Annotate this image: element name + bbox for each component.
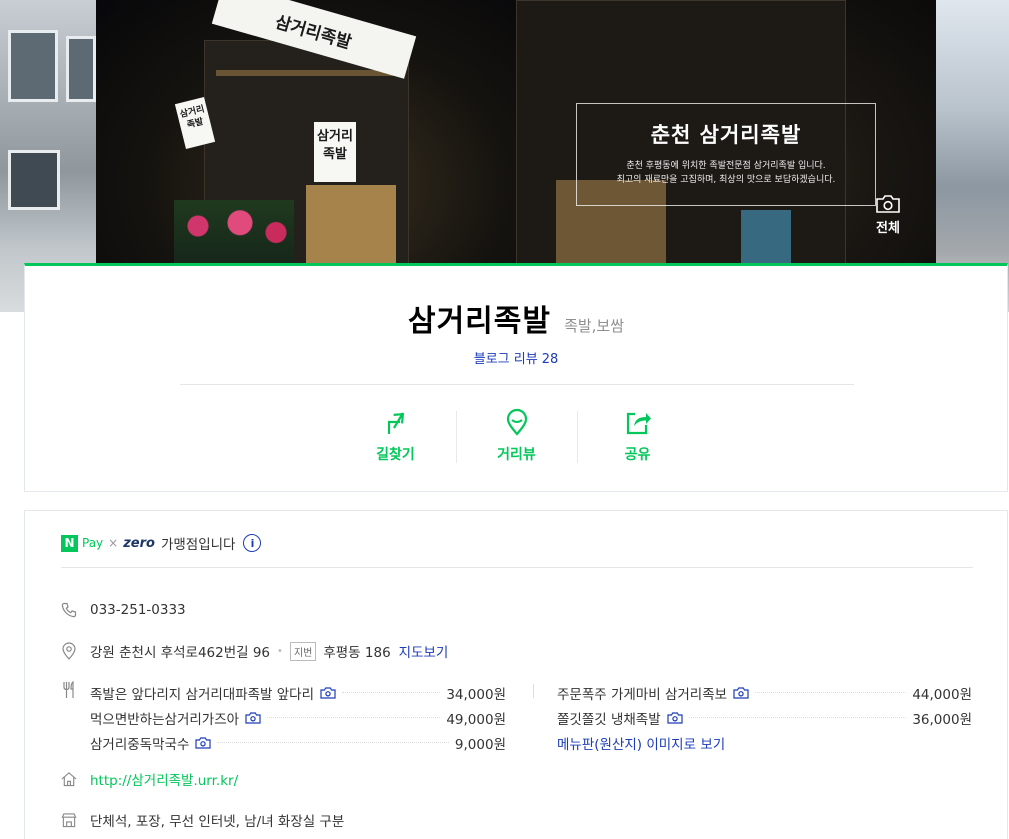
share-button[interactable]: 공유	[577, 408, 698, 463]
caption-title: 춘천 삼거리족발	[650, 123, 802, 147]
leader-line	[688, 717, 907, 718]
camera-icon[interactable]	[320, 686, 336, 699]
blog-review-label: 블로그 리뷰	[473, 352, 538, 367]
leader-line	[342, 692, 441, 693]
menu-item-name: 쫄깃쫄깃 냉채족발	[557, 711, 661, 728]
menu-item[interactable]: 쫄깃쫄깃 냉채족발 36,000원	[557, 705, 972, 730]
jibun-address: 후평동 186	[323, 645, 391, 661]
menu-column-divider	[533, 684, 534, 698]
info-icon[interactable]: i	[243, 534, 262, 552]
location-pin-icon	[506, 408, 527, 436]
distance-view-label: 거리뷰	[497, 447, 536, 463]
camera-icon[interactable]	[733, 686, 749, 699]
separator-dot: •	[277, 645, 283, 657]
phone-number[interactable]: 033-251-0333	[90, 602, 186, 618]
menu-item-name: 삼거리중독막국수	[90, 736, 190, 753]
road-address: 강원 춘천시 후석로462번길 96	[90, 645, 271, 661]
divider	[180, 384, 854, 385]
blog-review-count: 28	[541, 352, 559, 367]
menu-item[interactable]: 먹으면반하는삼거리가즈아 49,000원	[90, 705, 506, 730]
camera-icon[interactable]	[195, 736, 211, 749]
view-map-link[interactable]: 지도보기	[399, 641, 449, 661]
map-pin-icon	[61, 642, 77, 660]
all-photos-label: 전체	[876, 221, 900, 236]
menu-item-price: 34,000원	[446, 686, 506, 703]
phone-row: 033-251-0333	[61, 601, 186, 619]
menu-item-price: 44,000원	[912, 686, 972, 703]
menu-item-name: 먹으면반하는삼거리가즈아	[90, 711, 240, 728]
share-label: 공유	[624, 447, 651, 463]
menu-item-price: 9,000원	[454, 736, 506, 753]
directions-icon	[387, 412, 404, 434]
store-icon	[61, 811, 77, 829]
place-summary-card: 삼거리족발 족발,보쌈 블로그 리뷰 28 길찾기 거리뷰 공유	[24, 263, 1008, 492]
camera-icon	[876, 195, 900, 213]
facilities-row: 단체석, 포장, 무선 인터넷, 남/녀 화장실 구분	[61, 810, 344, 830]
times-sign: ×	[108, 536, 119, 550]
menu-board-link[interactable]: 메뉴판(원산지) 이미지로 보기	[557, 733, 725, 753]
gallery-main-photo[interactable]: 삼거리족발 삼거리족발 삼거리족발 춘천 삼거리족발 춘천 후평동에 위치한 족…	[96, 0, 936, 265]
store-sign-vertical: 삼거리족발	[314, 122, 356, 182]
directions-label: 길찾기	[376, 447, 415, 463]
zero-pay-logo: zero	[123, 535, 155, 551]
menu-item-price: 36,000원	[912, 711, 972, 728]
address-row: 강원 춘천시 후석로462번길 96 • 지번 후평동 186 지도보기	[61, 641, 448, 661]
storefront-photo: 삼거리족발 삼거리족발 삼거리족발	[96, 0, 516, 265]
leader-line	[755, 692, 907, 693]
menu-item[interactable]: 족발은 앞다리지 삼거리대파족발 앞다리 34,000원	[90, 680, 506, 705]
all-photos-button[interactable]: 전체	[868, 194, 908, 236]
caption-description: 춘천 후평동에 위치한 족발전문점 삼거리족발 입니다. 최고의 재료만을 고집…	[616, 161, 836, 185]
naver-pay-logo: N	[61, 534, 78, 552]
menu-item-price: 49,000원	[446, 711, 506, 728]
menu-board-row: 메뉴판(원산지) 이미지로 보기	[557, 730, 972, 755]
menu-item[interactable]: 주문폭주 가게마비 삼거리족보 44,000원	[557, 680, 972, 705]
home-icon	[61, 770, 77, 788]
npay-text: 가맹점입니다	[160, 537, 236, 553]
flower-wreaths	[174, 200, 294, 265]
homepage-row: http://삼거리족발.urr.kr/	[61, 769, 238, 789]
camera-icon[interactable]	[667, 711, 683, 724]
share-icon	[626, 412, 651, 435]
place-info-card: N Pay × zero 가맹점입니다 i 033-251-0333 강원 춘천…	[24, 510, 1008, 839]
jibun-tag: 지번	[289, 641, 317, 661]
action-bar: 길찾기 거리뷰 공유	[335, 408, 698, 463]
divider	[61, 567, 973, 568]
pay-label: Pay	[82, 536, 104, 550]
menu-list-right: 주문폭주 가게마비 삼거리족보 44,000원 쫄깃쫄깃 냉채족발 36,000…	[557, 680, 972, 755]
leader-line	[217, 742, 449, 743]
blog-review-link[interactable]: 블로그 리뷰 28	[25, 348, 1007, 367]
directions-button[interactable]: 길찾기	[335, 408, 456, 463]
photo-caption: 춘천 삼거리족발 춘천 후평동에 위치한 족발전문점 삼거리족발 입니다. 최고…	[576, 103, 876, 206]
menu-list-left: 족발은 앞다리지 삼거리대파족발 앞다리 34,000원 먹으면반하는삼거리가즈…	[90, 680, 506, 755]
homepage-link[interactable]: http://삼거리족발.urr.kr/	[90, 769, 238, 789]
npay-zero-banner: N Pay × zero 가맹점입니다 i	[61, 533, 262, 553]
menu-item-name: 주문폭주 가게마비 삼거리족보	[557, 686, 728, 703]
title-row: 삼거리족발 족발,보쌈	[25, 296, 1007, 340]
place-category: 족발,보쌈	[564, 317, 625, 335]
phone-icon	[61, 601, 77, 619]
distance-view-button[interactable]: 거리뷰	[456, 408, 577, 463]
fork-icon	[61, 680, 77, 699]
leader-line	[267, 717, 441, 718]
place-name: 삼거리족발	[407, 304, 551, 339]
facilities-text: 단체석, 포장, 무선 인터넷, 남/녀 화장실 구분	[90, 814, 345, 830]
menu-item[interactable]: 삼거리중독막국수 9,000원	[90, 730, 506, 755]
menu-item-name: 족발은 앞다리지 삼거리대파족발 앞다리	[90, 686, 315, 703]
camera-icon[interactable]	[245, 711, 261, 724]
